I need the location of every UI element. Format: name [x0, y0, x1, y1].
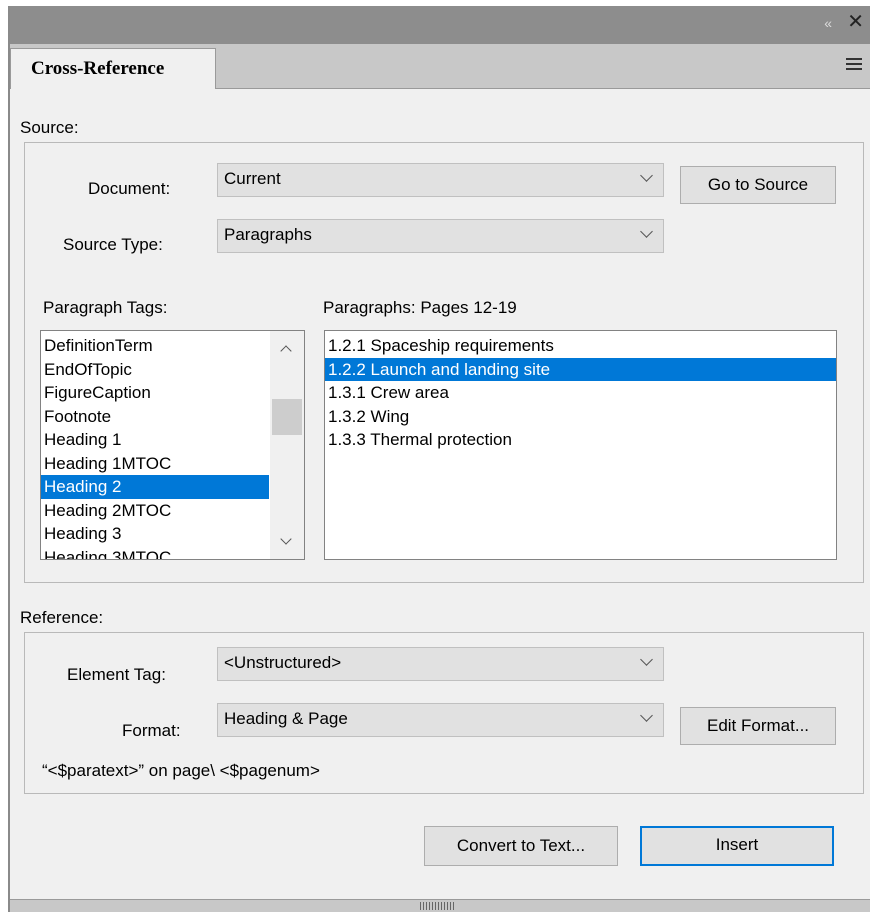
paragraph-tag-item[interactable]: Heading 2: [41, 475, 269, 499]
paragraph-tag-item[interactable]: Heading 1: [41, 428, 269, 452]
edit-format-button[interactable]: Edit Format...: [680, 707, 836, 745]
source-group: Document: Current Go to Source Source Ty…: [24, 142, 864, 583]
paragraph-item[interactable]: 1.3.2 Wing: [325, 405, 836, 429]
resize-bar[interactable]: [10, 899, 870, 912]
tab-strip: Cross-Reference: [10, 44, 870, 89]
insert-button[interactable]: Insert: [640, 826, 834, 866]
chevron-down-icon: [640, 169, 653, 182]
paragraph-tags-label: Paragraph Tags:: [43, 298, 168, 317]
source-type-value: Paragraphs: [224, 225, 312, 244]
paragraph-tags-list[interactable]: DefinitionTerm EndOfTopic FigureCaption Foo…: [40, 330, 305, 560]
source-section-label: Source:: [20, 118, 79, 137]
scroll-up-icon[interactable]: [280, 345, 292, 357]
scroll-thumb[interactable]: [272, 399, 302, 435]
source-type-label: Source Type:: [63, 235, 163, 254]
format-preview: “<$paratext>” on page\ <$pagenum>: [42, 761, 320, 780]
document-label: Document:: [88, 179, 171, 198]
source-type-dropdown[interactable]: Paragraphs: [217, 219, 664, 253]
paragraphs-list[interactable]: 1.2.1 Spaceship requirements 1.2.2 Launch…: [324, 330, 837, 560]
cross-reference-panel: « ✕ Cross-Reference Source: Document: Cu…: [8, 6, 870, 912]
paragraph-item[interactable]: 1.3.3 Thermal protection: [325, 428, 836, 452]
paragraph-tag-item[interactable]: Heading 3MTOC: [41, 546, 269, 560]
grip-icon[interactable]: [420, 902, 454, 910]
convert-to-text-button[interactable]: Convert to Text...: [424, 826, 618, 866]
paragraph-item[interactable]: 1.3.1 Crew area: [325, 381, 836, 405]
chevron-down-icon: [640, 709, 653, 722]
format-value: Heading & Page: [224, 709, 348, 728]
tab-cross-reference[interactable]: Cross-Reference: [10, 48, 216, 89]
collapse-icon[interactable]: «: [824, 15, 832, 31]
paragraph-tag-item[interactable]: Footnote: [41, 405, 269, 429]
paragraph-tag-item[interactable]: Heading 2MTOC: [41, 499, 269, 523]
reference-group: Element Tag: <Unstructured> Format: Head…: [24, 632, 864, 794]
paragraph-item[interactable]: 1.2.2 Launch and landing site: [325, 357, 836, 381]
paragraph-item[interactable]: 1.2.1 Spaceship requirements: [325, 334, 836, 358]
close-icon[interactable]: ✕: [847, 12, 864, 32]
paragraph-tag-item[interactable]: EndOfTopic: [41, 358, 269, 382]
panel-titlebar: « ✕: [10, 6, 870, 44]
go-to-source-button[interactable]: Go to Source: [680, 166, 836, 204]
paragraph-tag-item[interactable]: Heading 3: [41, 522, 269, 546]
document-dropdown[interactable]: Current: [217, 163, 664, 197]
document-value: Current: [224, 169, 281, 188]
paragraph-tag-item[interactable]: FigureCaption: [41, 381, 269, 405]
element-tag-value: <Unstructured>: [224, 653, 342, 672]
format-label: Format:: [122, 721, 181, 740]
tags-scrollbar[interactable]: [270, 331, 304, 559]
paragraphs-label: Paragraphs: Pages 12-19: [323, 298, 517, 317]
scroll-down-icon[interactable]: [280, 533, 292, 545]
paragraph-tag-item[interactable]: Heading 1MTOC: [41, 452, 269, 476]
element-tag-dropdown[interactable]: <Unstructured>: [217, 647, 664, 681]
reference-section-label: Reference:: [20, 608, 104, 627]
chevron-down-icon: [640, 653, 653, 666]
element-tag-label: Element Tag:: [67, 665, 166, 684]
panel-menu-icon[interactable]: [846, 58, 862, 73]
paragraph-tag-item[interactable]: DefinitionTerm: [41, 334, 269, 358]
chevron-down-icon: [640, 225, 653, 238]
format-dropdown[interactable]: Heading & Page: [217, 703, 664, 737]
